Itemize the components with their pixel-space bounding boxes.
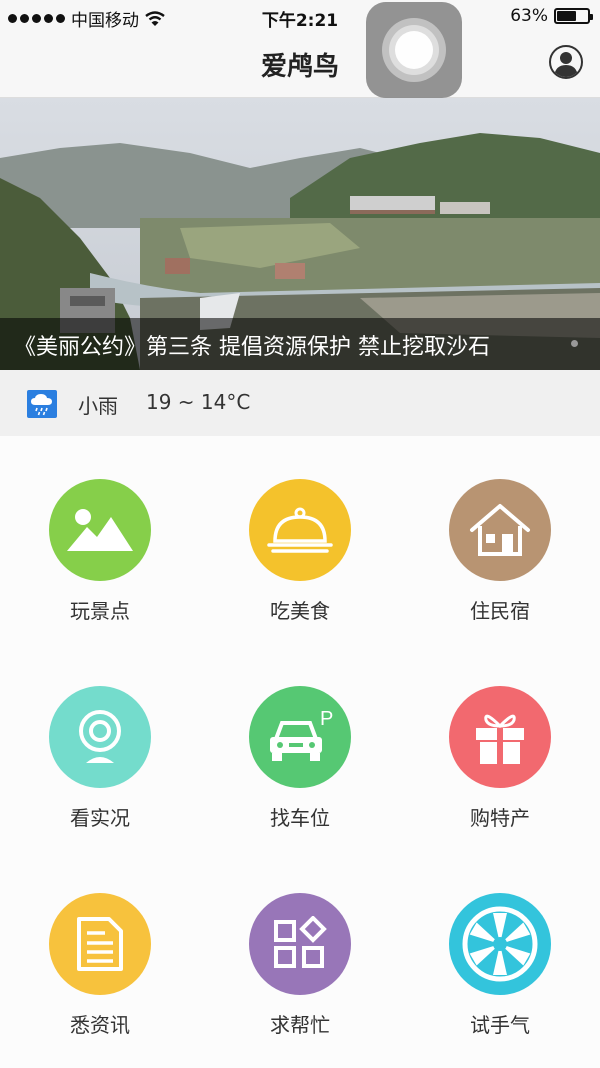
weather-temperature: 19 ~ 14°C bbox=[146, 390, 251, 414]
battery-icon bbox=[554, 8, 593, 24]
grid-item-news[interactable]: 悉资讯 bbox=[0, 850, 200, 1050]
grid-item-live-view[interactable]: 看实况 bbox=[0, 643, 200, 843]
house-icon bbox=[470, 504, 530, 556]
luck-circle bbox=[449, 893, 551, 995]
grid-item-label: 悉资讯 bbox=[70, 1013, 130, 1037]
banner-caption: 《美丽公约》第三条 提倡资源保护 禁止挖取沙石 bbox=[14, 335, 490, 360]
grid-item-label: 求帮忙 bbox=[270, 1013, 330, 1037]
news-circle bbox=[49, 893, 151, 995]
webcam-icon bbox=[79, 710, 121, 763]
parking-car-icon: P bbox=[270, 708, 333, 761]
grid-item-specialties[interactable]: 购特产 bbox=[400, 643, 600, 843]
weather-condition: 小雨 bbox=[78, 394, 118, 418]
lodging-circle bbox=[449, 479, 551, 581]
assistive-touch-button[interactable] bbox=[366, 2, 462, 98]
banner-caption-bar: 《美丽公约》第三条 提倡资源保护 禁止挖取沙石 bbox=[0, 318, 600, 370]
carousel-page-dot[interactable] bbox=[571, 340, 578, 347]
attractions-circle bbox=[49, 479, 151, 581]
weather-bar: 小雨 19 ~ 14°C bbox=[0, 370, 600, 436]
assistive-ring-inner bbox=[395, 31, 433, 69]
apps-grid-icon bbox=[274, 916, 327, 968]
grid-item-label: 购特产 bbox=[470, 806, 530, 830]
nav-bar: 爱鸬鸟 bbox=[0, 34, 600, 98]
wheel-icon bbox=[462, 906, 538, 982]
grid-item-help[interactable]: 求帮忙 bbox=[200, 850, 400, 1050]
grid-item-label: 看实况 bbox=[70, 806, 130, 830]
page-title: 爱鸬鸟 bbox=[260, 52, 339, 82]
status-bar: 中国移动 下午2:21 63% bbox=[0, 0, 600, 34]
food-circle bbox=[249, 479, 351, 581]
grid-item-attractions[interactable]: 玩景点 bbox=[0, 436, 200, 636]
live-view-circle bbox=[49, 686, 151, 788]
parking-circle: P bbox=[249, 686, 351, 788]
grid-item-label: 住民宿 bbox=[470, 599, 530, 623]
grid-item-food[interactable]: 吃美食 bbox=[200, 436, 400, 636]
grid-item-label: 找车位 bbox=[270, 806, 330, 830]
battery-percent: 63% bbox=[510, 6, 548, 26]
grid-item-lodging[interactable]: 住民宿 bbox=[400, 436, 600, 636]
battery-group: 63% bbox=[510, 6, 593, 26]
gift-icon bbox=[476, 714, 524, 764]
food-cloche-icon bbox=[267, 507, 333, 553]
specialties-circle bbox=[449, 686, 551, 788]
grid-item-label: 试手气 bbox=[470, 1013, 530, 1037]
profile-button[interactable] bbox=[549, 45, 583, 79]
svg-text:P: P bbox=[320, 708, 333, 730]
landscape-icon bbox=[67, 509, 133, 551]
user-avatar-icon bbox=[554, 52, 578, 77]
feature-grid: 玩景点 吃美食 住民宿 看实况 P 找车位 购特产 悉资讯 求帮忙 试手气 bbox=[0, 436, 600, 1068]
grid-item-luck[interactable]: 试手气 bbox=[400, 850, 600, 1050]
banner-carousel[interactable]: 《美丽公约》第三条 提倡资源保护 禁止挖取沙石 bbox=[0, 98, 600, 370]
rain-cloud-icon bbox=[27, 390, 57, 418]
help-circle bbox=[249, 893, 351, 995]
document-icon bbox=[77, 917, 123, 971]
grid-item-parking[interactable]: P 找车位 bbox=[200, 643, 400, 843]
grid-item-label: 吃美食 bbox=[270, 599, 330, 623]
grid-item-label: 玩景点 bbox=[70, 599, 130, 623]
